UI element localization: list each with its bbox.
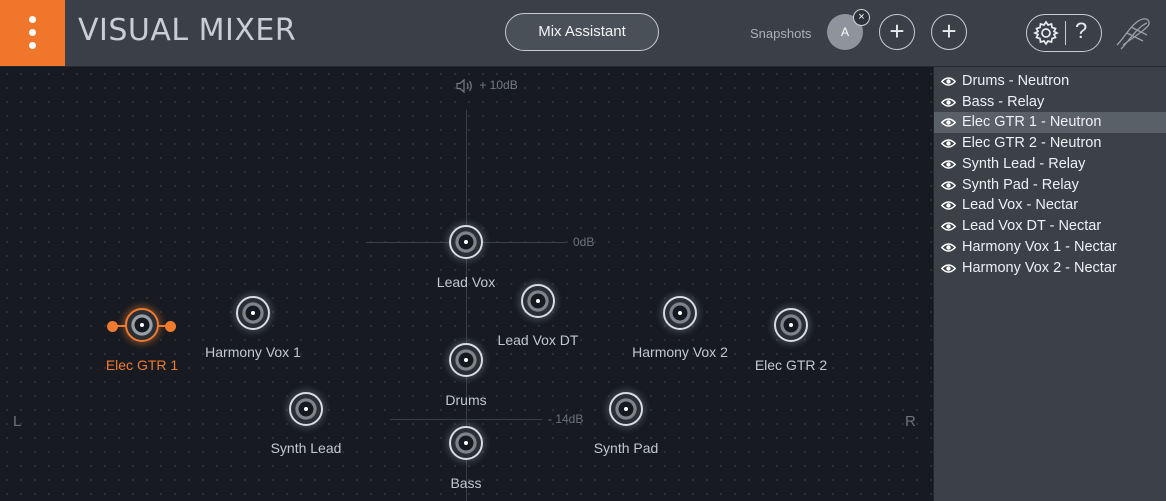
node-label-harmony-vox-1: Harmony Vox 1 [205,344,301,360]
node-label-drums: Drums [445,392,487,408]
volume-top-indicator: + 10dB [456,78,518,94]
node-elec-gtr-1[interactable] [125,308,159,342]
top-bar: VISUAL MIXER Mix Assistant Snapshots A ×… [0,0,1166,67]
track-item[interactable]: Lead Vox DT - Nectar [934,216,1166,237]
track-label: Harmony Vox 1 - Nectar [962,239,1117,255]
track-item[interactable]: Drums - Neutron [934,71,1166,92]
node-label-lead-vox-dt: Lead Vox DT [497,332,579,348]
eye-icon[interactable] [941,242,956,253]
low-db-label: - 14dB [548,412,584,426]
track-label: Drums - Neutron [962,73,1070,89]
node-synth-lead[interactable] [289,392,323,426]
low-db-line [390,419,542,420]
track-item[interactable]: Harmony Vox 2 - Nectar [934,258,1166,279]
node-label-bass: Bass [450,475,482,491]
volume-top-label: + 10dB [479,78,518,92]
track-item[interactable]: Synth Pad - Relay [934,175,1166,196]
track-item-selected[interactable]: Elec GTR 1 - Neutron [934,112,1166,133]
track-label: Harmony Vox 2 - Nectar [962,260,1117,276]
help-icon[interactable]: ? [1075,18,1087,44]
node-harmony-vox-2[interactable] [663,296,697,330]
node-label-harmony-vox-2: Harmony Vox 2 [632,344,728,360]
track-item[interactable]: Elec GTR 2 - Neutron [934,133,1166,154]
eye-icon[interactable] [941,117,956,128]
track-item[interactable]: Lead Vox - Nectar [934,195,1166,216]
width-handle-right[interactable] [165,321,176,332]
node-label-elec-gtr-2: Elec GTR 2 [754,357,828,373]
settings-separator [1065,21,1066,45]
zero-db-label: 0dB [573,235,595,249]
track-label: Synth Pad - Relay [962,177,1079,193]
track-item[interactable]: Synth Lead - Relay [934,154,1166,175]
settings-help-group: ? [1026,14,1102,52]
app-title: VISUAL MIXER [78,13,297,48]
track-label: Elec GTR 2 - Neutron [962,135,1102,151]
node-lead-vox[interactable] [449,225,483,259]
logo-icon [1116,18,1150,50]
track-item[interactable]: Harmony Vox 1 - Nectar [934,237,1166,258]
node-harmony-vox-1[interactable] [236,296,270,330]
node-label-elec-gtr-1: Elec GTR 1 [105,357,179,373]
eye-icon[interactable] [941,97,956,108]
eye-icon[interactable] [941,76,956,87]
node-elec-gtr-2[interactable] [774,308,808,342]
node-label-synth-lead: Synth Lead [270,440,342,456]
track-list-panel: Drums - Neutron Bass - Relay Elec GTR 1 … [933,67,1166,501]
snapshot-close-button[interactable]: × [853,9,870,26]
mix-assistant-button[interactable]: Mix Assistant [505,13,659,51]
gear-icon[interactable] [1032,19,1060,47]
track-label: Lead Vox - Nectar [962,197,1079,213]
mixer-canvas[interactable]: + 10dB 0dB - 14dB L R Lead Vox Lead Vox … [0,67,932,501]
main-menu-button[interactable] [0,0,65,66]
node-label-lead-vox: Lead Vox [436,274,496,290]
node-label-synth-pad: Synth Pad [593,440,659,456]
node-bass[interactable] [449,426,483,460]
eye-icon[interactable] [941,200,956,211]
right-pan-label: R [905,413,916,430]
eye-icon[interactable] [941,159,956,170]
width-handle-left[interactable] [107,321,118,332]
eye-icon[interactable] [941,263,956,274]
node-synth-pad[interactable] [609,392,643,426]
eye-icon[interactable] [941,221,956,232]
left-pan-label: L [13,413,22,430]
track-label: Synth Lead - Relay [962,156,1086,172]
node-drums[interactable] [449,343,483,377]
add-snapshot-button-2[interactable]: + [931,14,967,50]
track-item[interactable]: Bass - Relay [934,92,1166,113]
eye-icon[interactable] [941,180,956,191]
speaker-icon [456,78,472,94]
snapshots-label: Snapshots [750,26,812,41]
add-snapshot-button-1[interactable]: + [879,14,915,50]
track-label: Lead Vox DT - Nectar [962,218,1102,234]
node-lead-vox-dt[interactable] [521,284,555,318]
eye-icon[interactable] [941,138,956,149]
track-label: Bass - Relay [962,94,1045,110]
track-label: Elec GTR 1 - Neutron [962,114,1102,130]
